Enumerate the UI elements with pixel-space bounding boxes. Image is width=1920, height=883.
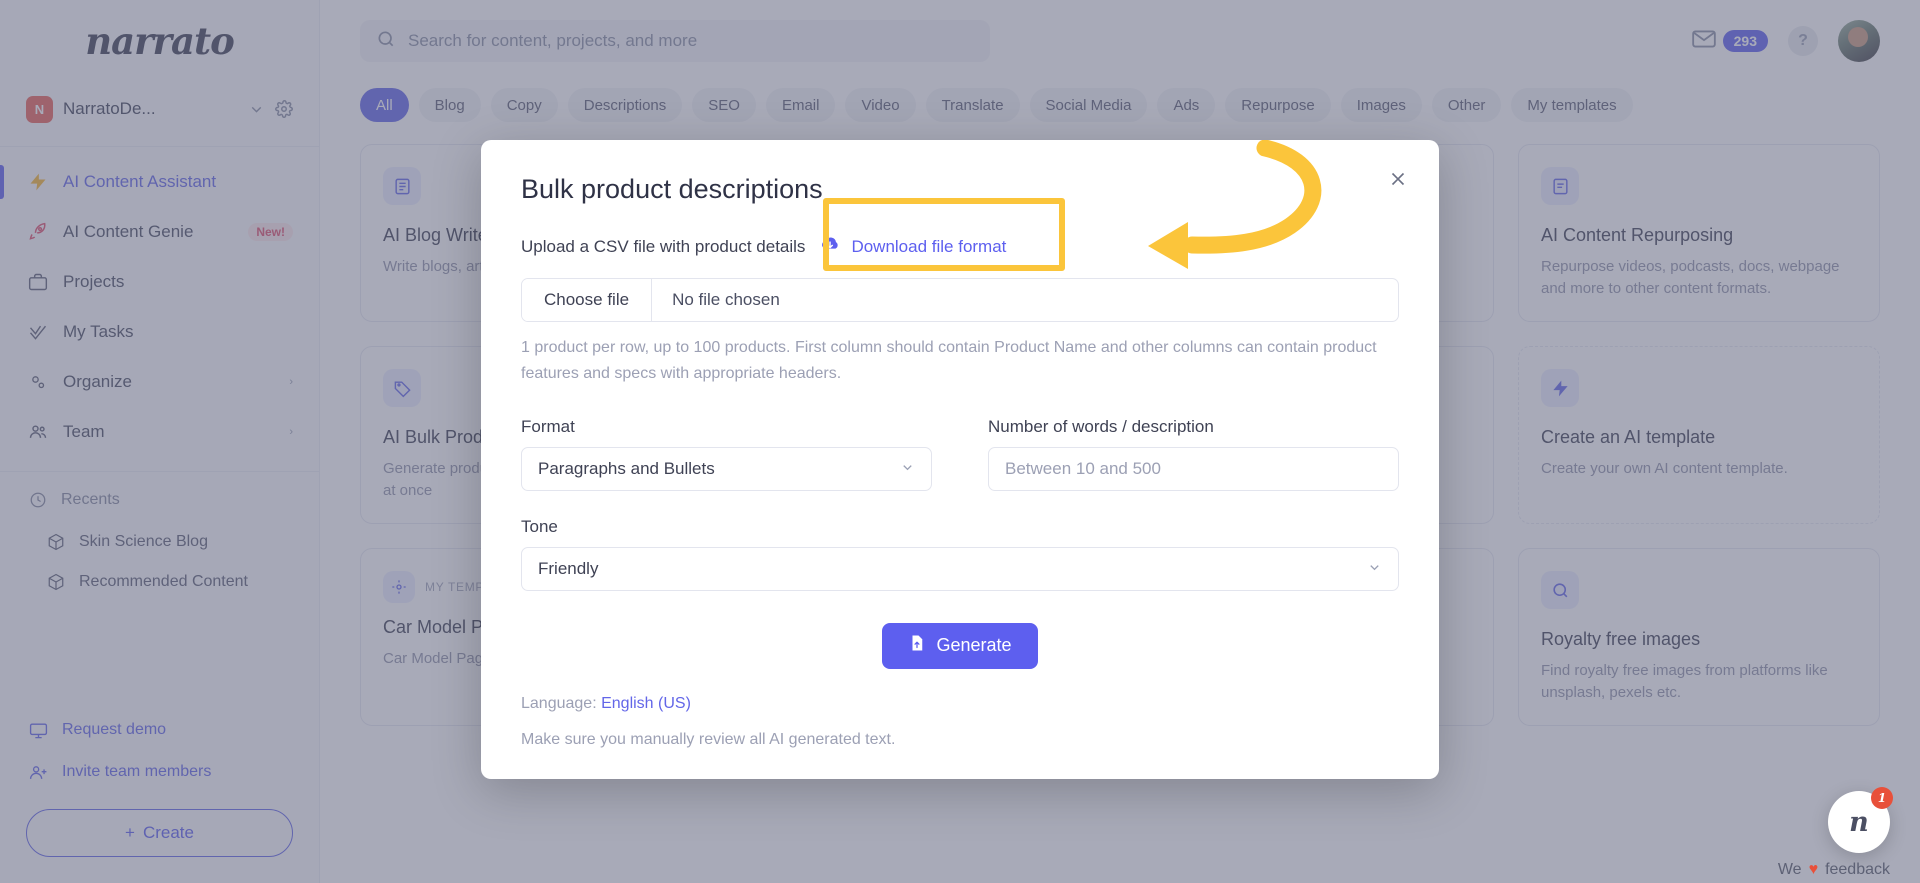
modal-title: Bulk product descriptions	[521, 174, 823, 204]
language-row: Language: English (US)	[521, 695, 1399, 713]
generate-button-label: Generate	[936, 635, 1012, 656]
feedback-prefix: We	[1777, 861, 1802, 878]
modal-form: Format Paragraphs and Bullets Number of …	[521, 417, 1399, 591]
upload-hint: 1 product per row, up to 100 products. F…	[521, 339, 1377, 382]
chat-widget-button[interactable]: n 1	[1828, 787, 1893, 853]
chevron-down-icon	[900, 460, 915, 478]
upload-label: Upload a CSV file with product details	[521, 236, 806, 256]
heart-icon: ♥	[1808, 861, 1819, 878]
generate-button[interactable]: Generate	[882, 622, 1038, 669]
words-input[interactable]: Between 10 and 500	[988, 446, 1399, 491]
file-name-status: No file chosen	[672, 290, 780, 309]
format-label: Format	[521, 416, 575, 436]
download-link-label: Download file format	[851, 236, 1007, 256]
feedback-suffix: feedback	[1825, 861, 1890, 878]
generate-row: Generate	[521, 622, 1399, 669]
words-field: Number of words / description Between 10…	[988, 417, 1399, 491]
close-icon[interactable]	[1385, 166, 1411, 192]
tone-label: Tone	[521, 516, 558, 536]
bulk-product-descriptions-modal: Bulk product descriptions Upload a CSV f…	[481, 140, 1439, 779]
chevron-down-icon	[1367, 560, 1382, 578]
format-value: Paragraphs and Bullets	[538, 458, 715, 478]
tone-value: Friendly	[538, 558, 599, 578]
file-upload-input[interactable]: Choose file No file chosen	[521, 278, 1399, 322]
app-root: narrato N NarratoDe... AI Content Assist…	[0, 0, 1920, 883]
feedback-link[interactable]: We ♥ feedback	[1778, 861, 1890, 879]
format-select[interactable]: Paragraphs and Bullets	[521, 446, 932, 491]
words-label: Number of words / description	[988, 416, 1214, 436]
chat-widget-logo: n	[1849, 806, 1869, 838]
language-link[interactable]: English (US)	[601, 695, 691, 712]
download-file-format-link[interactable]: Download file format	[819, 233, 1006, 260]
choose-file-button[interactable]: Choose file	[522, 279, 653, 321]
language-prefix: Language:	[521, 694, 597, 712]
chat-widget-badge: 1	[1871, 787, 1893, 809]
tone-field: Tone Friendly	[521, 517, 1399, 591]
format-field: Format Paragraphs and Bullets	[521, 417, 932, 491]
upload-row: Upload a CSV file with product details D…	[521, 233, 1399, 260]
file-upload-icon	[908, 634, 926, 657]
cloud-download-icon	[819, 233, 841, 260]
tone-select[interactable]: Friendly	[521, 546, 1399, 591]
ai-disclaimer: Make sure you manually review all AI gen…	[521, 730, 896, 748]
